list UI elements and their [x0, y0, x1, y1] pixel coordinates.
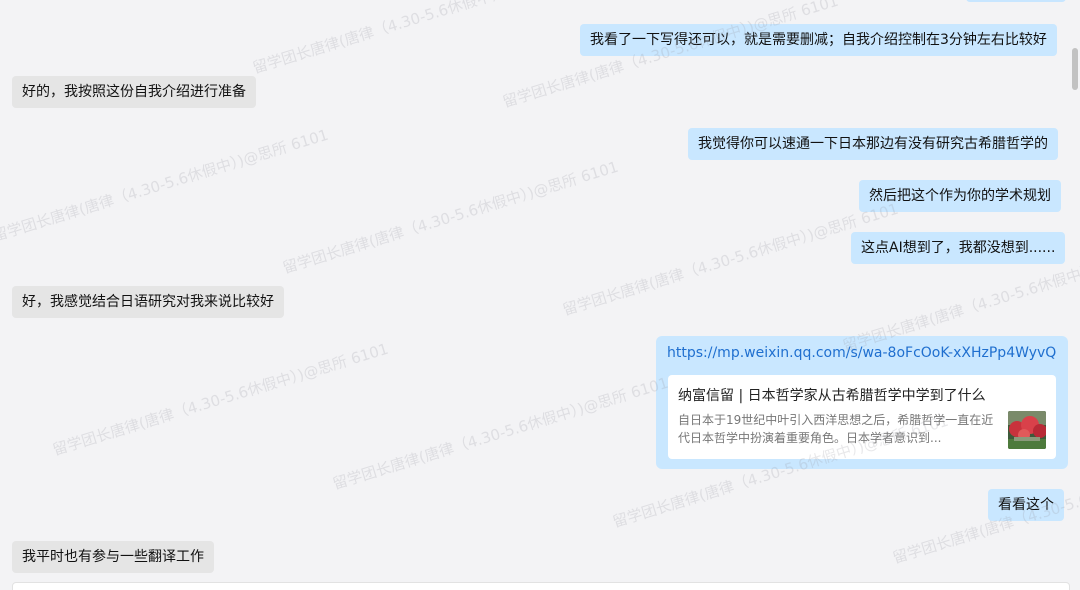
message-text: 看看这个	[998, 497, 1054, 513]
article-card-description: 自日本于19世纪中叶引入西洋思想之后，希腊哲学一直在近代日本哲学中扮演着重要角色…	[678, 413, 994, 445]
scrollbar[interactable]	[1070, 0, 1080, 590]
message-bubble-outgoing[interactable]: 我觉得你可以速通一下日本那边有没有研究古希腊哲学的	[688, 128, 1058, 160]
message-bubble-outgoing[interactable]: 我看了一下写得还可以，就是需要删减；自我介绍控制在3分钟左右比较好	[580, 24, 1057, 56]
watermark-text: 留学团长唐律(唐律（4.30-5.6休假中）)@思所 6101	[0, 125, 331, 246]
message-bubble-incoming[interactable]: 好，我感觉结合日语研究对我来说比较好	[12, 286, 284, 318]
message-text: 我看了一下写得还可以，就是需要删减；自我介绍控制在3分钟左右比较好	[590, 32, 1047, 48]
message-text: 好的，我按照这份自我介绍进行准备	[22, 84, 246, 100]
message-bubble-incoming[interactable]: 我平时也有参与一些翻译工作	[12, 541, 214, 573]
watermark-text: 留学团长唐律(唐律（4.30-5.6休假中）)@思所 6101	[250, 0, 591, 78]
chat-window: 我看了一下写得还可以，就是需要删减；自我介绍控制在3分钟左右比较好 好的，我按照…	[0, 0, 1080, 590]
watermark-text: 留学团长唐律(唐律（4.30-5.6休假中）)@思所 6101	[500, 0, 841, 112]
message-text: 我平时也有参与一些翻译工作	[22, 549, 204, 565]
message-input-area[interactable]	[12, 582, 1070, 590]
message-bubble-incoming[interactable]: 好的，我按照这份自我介绍进行准备	[12, 76, 256, 108]
article-thumbnail-image	[1008, 411, 1046, 449]
link-message-bubble[interactable]: https://mp.weixin.qq.com/s/wa-8oFcOoK-xX…	[656, 336, 1068, 469]
message-bubble-outgoing[interactable]: 看看这个	[988, 489, 1064, 521]
message-bubble-outgoing[interactable]: 然后把这个作为你的学术规划	[859, 180, 1061, 212]
message-text: 好，我感觉结合日语研究对我来说比较好	[22, 294, 274, 310]
message-bubble-outgoing[interactable]: 这点AI想到了，我都没想到......	[851, 232, 1066, 264]
watermark-text: 留学团长唐律(唐律（4.30-5.6休假中）)@思所 6101	[50, 339, 391, 460]
message-text: 这点AI想到了，我都没想到......	[861, 240, 1056, 256]
previous-message-bubble-edge	[966, 0, 1066, 2]
watermark-text: 留学团长唐律(唐律（4.30-5.6休假中）)@思所 6101	[560, 199, 901, 320]
scrollbar-thumb[interactable]	[1072, 48, 1078, 90]
article-link-card[interactable]: 纳富信留 | 日本哲学家从古希腊哲学中学到了什么 自日本于19世纪中叶引入西洋思…	[668, 375, 1056, 459]
message-text: 我觉得你可以速通一下日本那边有没有研究古希腊哲学的	[698, 136, 1048, 152]
message-link[interactable]: https://mp.weixin.qq.com/s/wa-8oFcOoK-xX…	[667, 345, 1056, 361]
article-card-title: 纳富信留 | 日本哲学家从古希腊哲学中学到了什么	[678, 388, 986, 404]
message-text: 然后把这个作为你的学术规划	[869, 188, 1051, 204]
watermark-text: 留学团长唐律(唐律（4.30-5.6休假中）)@思所 6101	[330, 373, 671, 494]
watermark-text: 留学团长唐律(唐律（4.30-5.6休假中）)@思所 6101	[280, 157, 621, 278]
